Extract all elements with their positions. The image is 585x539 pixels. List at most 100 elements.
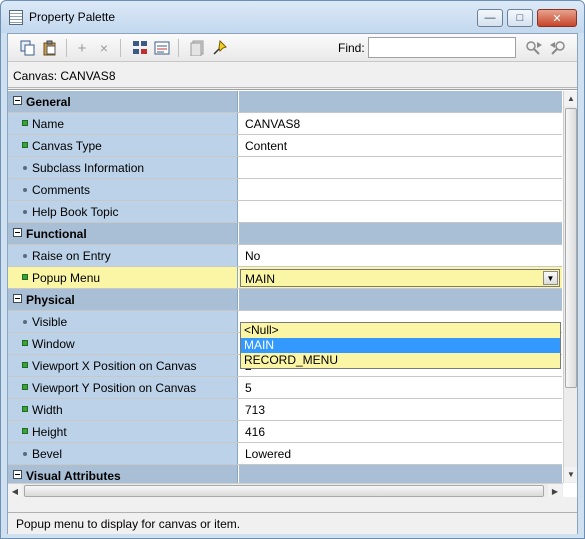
freeze-button[interactable]: [188, 38, 208, 58]
property-name-cell[interactable]: Raise on Entry: [8, 245, 238, 266]
popup-menu-combobox[interactable]: MAIN ▼: [240, 269, 560, 287]
property-name-cell[interactable]: Height: [8, 421, 238, 442]
property-value-cell[interactable]: 416: [239, 421, 562, 442]
property-name-cell[interactable]: Subclass Information: [8, 157, 238, 178]
property-value-cell[interactable]: [239, 201, 562, 222]
scroll-left-icon[interactable]: ◀: [8, 484, 22, 497]
find-label: Find:: [338, 41, 365, 55]
property-value-cell: [239, 289, 562, 310]
scroll-down-icon[interactable]: ▼: [564, 467, 577, 482]
property-value-cell[interactable]: CANVAS8: [239, 113, 562, 134]
category-row[interactable]: General: [8, 91, 562, 113]
dropdown-option[interactable]: RECORD_MENU: [241, 353, 560, 368]
property-name-cell[interactable]: Viewport Y Position on Canvas: [8, 377, 238, 398]
property-value-cell[interactable]: Content: [239, 135, 562, 156]
property-value-cell[interactable]: Lowered: [239, 443, 562, 464]
popup-menu-dropdown-list[interactable]: <Null> MAIN RECORD_MENU: [240, 322, 561, 369]
dropdown-option[interactable]: MAIN: [241, 338, 560, 353]
property-value-cell[interactable]: 5: [239, 377, 562, 398]
dropdown-arrow-icon[interactable]: ▼: [543, 271, 558, 285]
vertical-scroll-thumb[interactable]: [565, 108, 577, 388]
default-property-icon: [23, 320, 27, 324]
property-row[interactable]: Help Book Topic: [8, 201, 562, 223]
property-value-cell[interactable]: [239, 179, 562, 200]
horizontal-scroll-thumb[interactable]: [24, 485, 544, 497]
pin-icon: [213, 40, 227, 55]
property-row[interactable]: Viewport Y Position on Canvas 5: [8, 377, 562, 399]
collapse-icon[interactable]: [13, 470, 22, 479]
property-name-cell[interactable]: Canvas Type: [8, 135, 238, 156]
changed-property-icon: [22, 340, 28, 346]
changed-property-icon: [22, 384, 28, 390]
property-value: 713: [245, 403, 266, 417]
collapse-icon[interactable]: [13, 96, 22, 105]
add-property-button[interactable]: +: [72, 38, 92, 58]
paste-properties-button[interactable]: [40, 38, 60, 58]
changed-property-icon: [22, 274, 28, 280]
property-name-cell[interactable]: Width: [8, 399, 238, 420]
property-name-cell[interactable]: Bevel: [8, 443, 238, 464]
property-value-cell[interactable]: MAIN ▼: [239, 267, 562, 288]
property-name-cell[interactable]: Popup Menu: [8, 267, 238, 288]
property-value: Content: [245, 139, 288, 153]
search-forward-button[interactable]: [524, 38, 544, 58]
property-grid: General Name CANVAS8 Canvas Type Content Subc…: [8, 89, 577, 497]
property-row[interactable]: Canvas Type Content: [8, 135, 562, 157]
property-name-cell[interactable]: Functional: [8, 223, 238, 244]
title-bar[interactable]: Property Palette — □ ✕: [1, 1, 584, 33]
find-input[interactable]: [368, 37, 516, 58]
collapse-icon[interactable]: [13, 228, 22, 237]
property-name-cell[interactable]: Help Book Topic: [8, 201, 238, 222]
property-name-cell[interactable]: Window: [8, 333, 238, 354]
property-name-cell[interactable]: Visible: [8, 311, 238, 332]
property-value-cell[interactable]: No: [239, 245, 562, 266]
property-row[interactable]: Name CANVAS8: [8, 113, 562, 135]
minimize-button[interactable]: —: [477, 9, 503, 27]
status-text: Popup menu to display for canvas or item…: [16, 517, 241, 531]
inherit-property-button[interactable]: [152, 38, 172, 58]
union-intersection-button[interactable]: [130, 38, 150, 58]
freeze-icon: [190, 40, 204, 56]
window-title: Property Palette: [29, 10, 116, 24]
default-property-icon: [23, 452, 27, 456]
property-label: Width: [32, 403, 63, 417]
property-name-cell[interactable]: Comments: [8, 179, 238, 200]
property-name-cell[interactable]: Physical: [8, 289, 238, 310]
property-name-cell[interactable]: Viewport X Position on Canvas: [8, 355, 238, 376]
default-property-icon: [23, 210, 27, 214]
property-label: Help Book Topic: [32, 205, 119, 219]
dropdown-option[interactable]: <Null>: [241, 323, 560, 338]
pin-button[interactable]: [210, 38, 230, 58]
property-label: Subclass Information: [32, 161, 145, 175]
property-name-cell[interactable]: General: [8, 91, 238, 112]
scroll-up-icon[interactable]: ▲: [564, 91, 577, 106]
property-row[interactable]: Bevel Lowered: [8, 443, 562, 465]
property-label: Visual Attributes: [26, 469, 121, 483]
property-row[interactable]: Width 713: [8, 399, 562, 421]
changed-property-icon: [22, 142, 28, 148]
property-row[interactable]: Subclass Information: [8, 157, 562, 179]
scroll-right-icon[interactable]: ▶: [548, 484, 562, 497]
property-row[interactable]: Height 416: [8, 421, 562, 443]
search-backward-button[interactable]: [548, 38, 568, 58]
maximize-button[interactable]: □: [507, 9, 533, 27]
property-label: Viewport X Position on Canvas: [32, 359, 197, 373]
property-name-cell[interactable]: Name: [8, 113, 238, 134]
property-row[interactable]: Comments: [8, 179, 562, 201]
delete-property-button[interactable]: ×: [94, 38, 114, 58]
property-label: Canvas Type: [32, 139, 102, 153]
category-row[interactable]: Functional: [8, 223, 562, 245]
property-row[interactable]: Popup Menu MAIN ▼: [8, 267, 562, 289]
property-value-cell: [239, 91, 562, 112]
property-label: Visible: [32, 315, 68, 329]
property-value-cell[interactable]: [239, 157, 562, 178]
property-value-cell[interactable]: 713: [239, 399, 562, 420]
close-button[interactable]: ✕: [537, 9, 577, 27]
vertical-scrollbar[interactable]: ▲ ▼: [563, 91, 577, 483]
copy-properties-button[interactable]: [18, 38, 38, 58]
collapse-icon[interactable]: [13, 294, 22, 303]
property-row[interactable]: Raise on Entry No: [8, 245, 562, 267]
toolbar: + × Find:: [8, 34, 577, 62]
horizontal-scrollbar[interactable]: ◀ ▶: [8, 483, 563, 497]
category-row[interactable]: Physical: [8, 289, 562, 311]
